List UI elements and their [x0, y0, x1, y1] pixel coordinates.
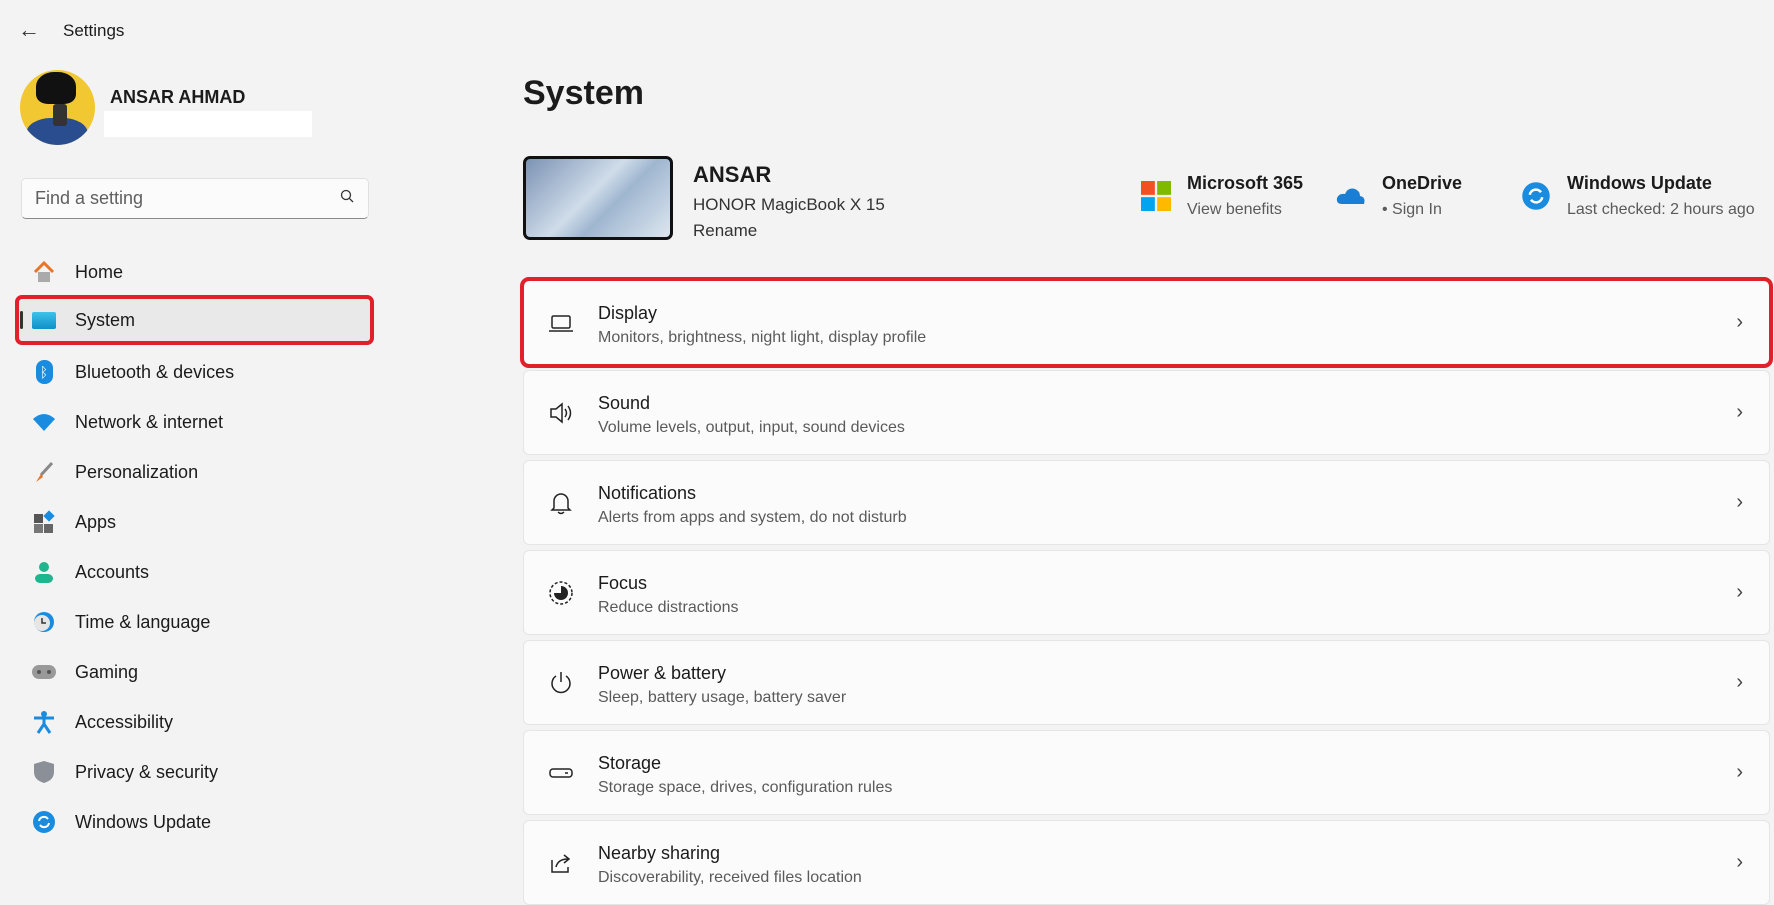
sidebar-item-system[interactable]: System — [15, 295, 374, 345]
search-box[interactable] — [21, 178, 369, 219]
home-icon — [31, 259, 57, 285]
chevron-right-icon: › — [1736, 671, 1743, 693]
sidebar-item-bluetooth[interactable]: ᛒ Bluetooth & devices — [17, 349, 372, 395]
sidebar-item-accounts[interactable]: Accounts — [17, 549, 372, 595]
focus-icon — [549, 581, 573, 605]
storage-drive-icon — [549, 768, 573, 778]
sidebar-item-gaming[interactable]: Gaming — [17, 649, 372, 695]
shield-icon — [31, 759, 57, 785]
sidebar-item-home[interactable]: Home — [17, 249, 372, 295]
chevron-right-icon: › — [1736, 311, 1743, 333]
speaker-icon — [550, 402, 572, 424]
chevron-right-icon: › — [1736, 761, 1743, 783]
sidebar-item-windows-update[interactable]: Windows Update — [17, 799, 372, 845]
card-nearby-sharing[interactable]: Nearby sharing Discoverability, received … — [523, 820, 1770, 905]
accessibility-icon — [31, 709, 57, 735]
card-power-battery[interactable]: Power & battery Sleep, battery usage, bat… — [523, 640, 1770, 725]
back-arrow-icon[interactable]: ← — [18, 18, 42, 42]
bluetooth-icon: ᛒ — [31, 359, 57, 385]
update-icon — [31, 809, 57, 835]
gamepad-icon — [31, 659, 57, 685]
page-title: System — [523, 74, 644, 112]
system-icon — [31, 307, 57, 333]
sidebar-item-personalization[interactable]: Personalization — [17, 449, 372, 495]
sidebar-item-privacy-security[interactable]: Privacy & security — [17, 749, 372, 795]
card-focus[interactable]: Focus Reduce distractions › — [523, 550, 1770, 635]
sidebar-item-accessibility[interactable]: Accessibility — [17, 699, 372, 745]
sidebar-item-network[interactable]: Network & internet — [17, 399, 372, 445]
clock-globe-icon — [31, 609, 57, 635]
bell-icon — [550, 493, 572, 515]
onedrive-cloud-icon — [1336, 188, 1365, 204]
search-input[interactable] — [22, 179, 322, 218]
card-storage[interactable]: Storage Storage space, drives, configurat… — [523, 730, 1770, 815]
search-icon[interactable] — [340, 189, 354, 203]
windows-update-tile[interactable]: Windows Update Last checked: 2 hours ago — [1521, 173, 1755, 219]
device-wallpaper-thumbnail — [523, 156, 673, 240]
user-name: ANSAR AHMAD — [110, 87, 246, 107]
laptop-icon — [549, 315, 573, 332]
microsoft-logo-icon — [1141, 181, 1171, 211]
app-title: Settings — [63, 21, 125, 40]
microsoft-365-tile[interactable]: Microsoft 365 View benefits — [1141, 173, 1303, 219]
sidebar-item-time-language[interactable]: Time & language — [17, 599, 372, 645]
apps-icon — [31, 509, 57, 535]
chevron-right-icon: › — [1736, 401, 1743, 423]
rename-link[interactable]: Rename — [693, 221, 757, 241]
card-display[interactable]: Display Monitors, brightness, night light… — [520, 277, 1773, 368]
chevron-right-icon: › — [1736, 491, 1743, 513]
avatar[interactable] — [20, 70, 95, 145]
chevron-right-icon: › — [1736, 581, 1743, 603]
brush-icon — [31, 459, 57, 485]
chevron-right-icon: › — [1736, 851, 1743, 873]
account-icon — [31, 559, 57, 585]
update-icon — [1522, 182, 1550, 210]
share-icon — [551, 854, 571, 873]
wifi-icon — [31, 409, 57, 435]
sidebar-item-apps[interactable]: Apps — [17, 499, 372, 545]
card-sound[interactable]: Sound Volume levels, output, input, sound… — [523, 370, 1770, 455]
onedrive-tile[interactable]: OneDrive • Sign In — [1336, 173, 1462, 219]
device-name: ANSAR — [693, 162, 772, 187]
power-icon — [551, 672, 571, 694]
redacted-email — [104, 111, 312, 137]
device-model: HONOR MagicBook X 15 — [693, 195, 885, 214]
card-notifications[interactable]: Notifications Alerts from apps and system… — [523, 460, 1770, 545]
